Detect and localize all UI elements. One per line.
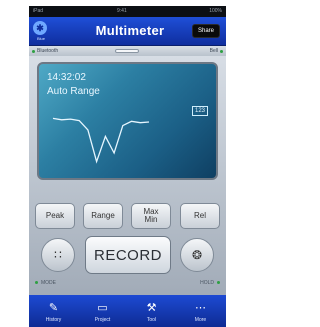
page-title: Multimeter (95, 23, 165, 38)
bluetooth-icon[interactable]: ✱ (33, 21, 47, 35)
status-dot-icon (220, 49, 223, 53)
display-mode: Auto Range (47, 86, 100, 97)
tab-project[interactable]: ▭ Project (78, 295, 127, 327)
hold-indicator-icon (217, 281, 220, 284)
rel-button[interactable]: Rel (180, 203, 220, 229)
mode-button[interactable]: ∷ (41, 238, 75, 272)
share-button[interactable]: Share (192, 24, 220, 38)
bell-label: Bell (209, 48, 218, 54)
range-button[interactable]: Range (83, 203, 123, 229)
tab-more[interactable]: ⋯ More (176, 295, 225, 327)
tab-label: Project (94, 317, 111, 323)
tab-tool[interactable]: ⚒ Tool (127, 295, 176, 327)
display-time: 14:32:02 (47, 72, 86, 83)
battery-label: 100% (209, 8, 222, 14)
lightbulb-icon: ❂ (191, 248, 203, 262)
peak-button[interactable]: Peak (35, 203, 75, 229)
project-icon: ▭ (97, 301, 108, 314)
record-button[interactable]: RECORD (85, 236, 171, 274)
waveform-line (52, 117, 150, 164)
mode-label: MODE (41, 280, 56, 286)
tool-icon: ⚒ (146, 301, 157, 314)
max-min-button[interactable]: Max Min (131, 203, 171, 229)
status-dot-icon (32, 49, 35, 53)
bluetooth-status-label: Bluetooth (37, 48, 59, 54)
lcd-display: 14:32:02 Auto Range 123 (37, 62, 218, 180)
bluetooth-status-bar: Bluetooth Bell (29, 46, 226, 56)
tab-history[interactable]: ✎ History (29, 295, 78, 327)
tab-bar: ✎ History ▭ Project ⚒ Tool ⋯ More (29, 295, 226, 327)
meter-panel: 14:32:02 Auto Range 123 Peak Range Max M… (29, 56, 226, 327)
display-reading: 123 (191, 106, 208, 116)
mode-indicator-icon (35, 281, 38, 284)
tab-label: Tool (146, 317, 157, 323)
app-screen: iPad 9:41 100% ✱ Blue Multimeter Share B… (29, 6, 226, 327)
history-icon: ✎ (48, 301, 59, 314)
tab-label: More (194, 317, 207, 323)
function-button-row: Peak Range Max Min Rel (35, 203, 220, 229)
hold-label: HOLD (200, 280, 214, 286)
status-time: 9:41 (117, 8, 127, 14)
more-icon: ⋯ (195, 301, 206, 314)
carrier-label: iPad (33, 8, 44, 14)
connection-slider[interactable] (115, 49, 139, 53)
status-bar: iPad 9:41 100% (29, 6, 226, 17)
hold-button[interactable]: ❂ (180, 238, 214, 272)
min-label: Min (144, 215, 158, 224)
tab-label: History (45, 317, 62, 323)
grid-icon: ∷ (54, 248, 62, 262)
bluetooth-label: Blue (36, 36, 45, 41)
app-header: ✱ Blue Multimeter Share (29, 17, 226, 46)
